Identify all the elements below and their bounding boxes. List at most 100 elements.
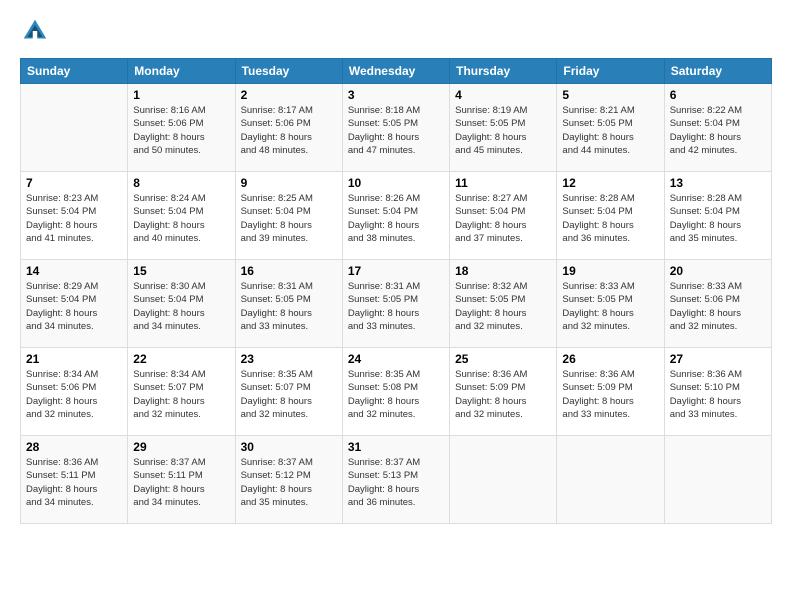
calendar-cell: 28Sunrise: 8:36 AM Sunset: 5:11 PM Dayli… bbox=[21, 436, 128, 524]
day-number: 19 bbox=[562, 264, 658, 278]
day-info: Sunrise: 8:36 AM Sunset: 5:10 PM Dayligh… bbox=[670, 368, 766, 421]
day-info: Sunrise: 8:28 AM Sunset: 5:04 PM Dayligh… bbox=[562, 192, 658, 245]
day-info: Sunrise: 8:37 AM Sunset: 5:11 PM Dayligh… bbox=[133, 456, 229, 509]
day-info: Sunrise: 8:16 AM Sunset: 5:06 PM Dayligh… bbox=[133, 104, 229, 157]
calendar-cell: 2 Sunrise: 8:17 AM Sunset: 5:06 PM Daylig… bbox=[235, 84, 342, 172]
calendar-cell: 1 Sunrise: 8:16 AM Sunset: 5:06 PM Daylig… bbox=[128, 84, 235, 172]
calendar-table: SundayMondayTuesdayWednesdayThursdayFrid… bbox=[20, 58, 772, 524]
day-number: 11 bbox=[455, 176, 551, 190]
day-number: 2 bbox=[241, 88, 337, 102]
day-number: 14 bbox=[26, 264, 122, 278]
day-number: 21 bbox=[26, 352, 122, 366]
day-number: 4 bbox=[455, 88, 551, 102]
day-number: 17 bbox=[348, 264, 444, 278]
calendar-cell: 4 Sunrise: 8:19 AM Sunset: 5:05 PM Daylig… bbox=[450, 84, 557, 172]
calendar-cell: 17 Sunrise: 8:31 AM Sunset: 5:05 PM Dayli… bbox=[342, 260, 449, 348]
day-number: 12 bbox=[562, 176, 658, 190]
calendar-cell: 13 Sunrise: 8:28 AM Sunset: 5:04 PM Dayli… bbox=[664, 172, 771, 260]
day-info: Sunrise: 8:32 AM Sunset: 5:05 PM Dayligh… bbox=[455, 280, 551, 333]
day-number: 13 bbox=[670, 176, 766, 190]
day-info: Sunrise: 8:28 AM Sunset: 5:04 PM Dayligh… bbox=[670, 192, 766, 245]
calendar-cell: 8 Sunrise: 8:24 AM Sunset: 5:04 PM Daylig… bbox=[128, 172, 235, 260]
day-number: 3 bbox=[348, 88, 444, 102]
calendar-cell bbox=[664, 436, 771, 524]
calendar-cell: 23 Sunrise: 8:35 AM Sunset: 5:07 PM Dayli… bbox=[235, 348, 342, 436]
header-day: Wednesday bbox=[342, 59, 449, 84]
day-info: Sunrise: 8:35 AM Sunset: 5:08 PM Dayligh… bbox=[348, 368, 444, 421]
day-number: 9 bbox=[241, 176, 337, 190]
day-number: 6 bbox=[670, 88, 766, 102]
day-info: Sunrise: 8:21 AM Sunset: 5:05 PM Dayligh… bbox=[562, 104, 658, 157]
day-info: Sunrise: 8:33 AM Sunset: 5:06 PM Dayligh… bbox=[670, 280, 766, 333]
calendar-cell: 31 Sunrise: 8:37 AM Sunset: 5:13 PM Dayli… bbox=[342, 436, 449, 524]
day-info: Sunrise: 8:34 AM Sunset: 5:06 PM Dayligh… bbox=[26, 368, 122, 421]
day-number: 15 bbox=[133, 264, 229, 278]
header-day: Sunday bbox=[21, 59, 128, 84]
day-info: Sunrise: 8:26 AM Sunset: 5:04 PM Dayligh… bbox=[348, 192, 444, 245]
day-info: Sunrise: 8:22 AM Sunset: 5:04 PM Dayligh… bbox=[670, 104, 766, 157]
day-info: Sunrise: 8:35 AM Sunset: 5:07 PM Dayligh… bbox=[241, 368, 337, 421]
day-number: 25 bbox=[455, 352, 551, 366]
day-info: Sunrise: 8:27 AM Sunset: 5:04 PM Dayligh… bbox=[455, 192, 551, 245]
week-row: 14 Sunrise: 8:29 AM Sunset: 5:04 PM Dayli… bbox=[21, 260, 772, 348]
header-day: Friday bbox=[557, 59, 664, 84]
day-number: 16 bbox=[241, 264, 337, 278]
day-info: Sunrise: 8:37 AM Sunset: 5:13 PM Dayligh… bbox=[348, 456, 444, 509]
day-number: 5 bbox=[562, 88, 658, 102]
calendar-cell: 14 Sunrise: 8:29 AM Sunset: 5:04 PM Dayli… bbox=[21, 260, 128, 348]
week-row: 1 Sunrise: 8:16 AM Sunset: 5:06 PM Daylig… bbox=[21, 84, 772, 172]
day-info: Sunrise: 8:37 AM Sunset: 5:12 PM Dayligh… bbox=[241, 456, 337, 509]
logo bbox=[20, 16, 54, 46]
day-number: 23 bbox=[241, 352, 337, 366]
day-number: 1 bbox=[133, 88, 229, 102]
day-info: Sunrise: 8:24 AM Sunset: 5:04 PM Dayligh… bbox=[133, 192, 229, 245]
day-info: Sunrise: 8:36 AM Sunset: 5:09 PM Dayligh… bbox=[455, 368, 551, 421]
day-number: 8 bbox=[133, 176, 229, 190]
calendar-cell: 26Sunrise: 8:36 AM Sunset: 5:09 PM Dayli… bbox=[557, 348, 664, 436]
day-info: Sunrise: 8:33 AM Sunset: 5:05 PM Dayligh… bbox=[562, 280, 658, 333]
day-info: Sunrise: 8:36 AM Sunset: 5:11 PM Dayligh… bbox=[26, 456, 122, 509]
calendar-cell: 19 Sunrise: 8:33 AM Sunset: 5:05 PM Dayli… bbox=[557, 260, 664, 348]
day-info: Sunrise: 8:17 AM Sunset: 5:06 PM Dayligh… bbox=[241, 104, 337, 157]
day-number: 29 bbox=[133, 440, 229, 454]
page: SundayMondayTuesdayWednesdayThursdayFrid… bbox=[0, 0, 792, 612]
day-info: Sunrise: 8:31 AM Sunset: 5:05 PM Dayligh… bbox=[241, 280, 337, 333]
day-number: 10 bbox=[348, 176, 444, 190]
header-row: SundayMondayTuesdayWednesdayThursdayFrid… bbox=[21, 59, 772, 84]
calendar-cell: 20Sunrise: 8:33 AM Sunset: 5:06 PM Dayli… bbox=[664, 260, 771, 348]
calendar-cell bbox=[21, 84, 128, 172]
calendar-cell: 21 Sunrise: 8:34 AM Sunset: 5:06 PM Dayli… bbox=[21, 348, 128, 436]
calendar-cell: 16 Sunrise: 8:31 AM Sunset: 5:05 PM Dayli… bbox=[235, 260, 342, 348]
day-number: 22 bbox=[133, 352, 229, 366]
day-info: Sunrise: 8:36 AM Sunset: 5:09 PM Dayligh… bbox=[562, 368, 658, 421]
calendar-cell: 24Sunrise: 8:35 AM Sunset: 5:08 PM Dayli… bbox=[342, 348, 449, 436]
calendar-cell: 5 Sunrise: 8:21 AM Sunset: 5:05 PM Daylig… bbox=[557, 84, 664, 172]
calendar-cell: 27Sunrise: 8:36 AM Sunset: 5:10 PM Dayli… bbox=[664, 348, 771, 436]
calendar-cell: 15Sunrise: 8:30 AM Sunset: 5:04 PM Dayli… bbox=[128, 260, 235, 348]
week-row: 7 Sunrise: 8:23 AM Sunset: 5:04 PM Daylig… bbox=[21, 172, 772, 260]
day-info: Sunrise: 8:18 AM Sunset: 5:05 PM Dayligh… bbox=[348, 104, 444, 157]
day-number: 31 bbox=[348, 440, 444, 454]
header-day: Thursday bbox=[450, 59, 557, 84]
day-number: 18 bbox=[455, 264, 551, 278]
day-number: 30 bbox=[241, 440, 337, 454]
day-number: 7 bbox=[26, 176, 122, 190]
week-row: 28Sunrise: 8:36 AM Sunset: 5:11 PM Dayli… bbox=[21, 436, 772, 524]
day-info: Sunrise: 8:31 AM Sunset: 5:05 PM Dayligh… bbox=[348, 280, 444, 333]
day-info: Sunrise: 8:23 AM Sunset: 5:04 PM Dayligh… bbox=[26, 192, 122, 245]
calendar-cell: 7 Sunrise: 8:23 AM Sunset: 5:04 PM Daylig… bbox=[21, 172, 128, 260]
logo-icon bbox=[20, 16, 50, 46]
day-info: Sunrise: 8:19 AM Sunset: 5:05 PM Dayligh… bbox=[455, 104, 551, 157]
calendar-cell: 10 Sunrise: 8:26 AM Sunset: 5:04 PM Dayli… bbox=[342, 172, 449, 260]
day-info: Sunrise: 8:25 AM Sunset: 5:04 PM Dayligh… bbox=[241, 192, 337, 245]
week-row: 21 Sunrise: 8:34 AM Sunset: 5:06 PM Dayli… bbox=[21, 348, 772, 436]
header-day: Saturday bbox=[664, 59, 771, 84]
calendar-cell: 3 Sunrise: 8:18 AM Sunset: 5:05 PM Daylig… bbox=[342, 84, 449, 172]
calendar-cell bbox=[557, 436, 664, 524]
header bbox=[20, 16, 772, 46]
calendar-cell: 30 Sunrise: 8:37 AM Sunset: 5:12 PM Dayli… bbox=[235, 436, 342, 524]
day-info: Sunrise: 8:29 AM Sunset: 5:04 PM Dayligh… bbox=[26, 280, 122, 333]
calendar-cell: 25 Sunrise: 8:36 AM Sunset: 5:09 PM Dayli… bbox=[450, 348, 557, 436]
calendar-cell: 22Sunrise: 8:34 AM Sunset: 5:07 PM Dayli… bbox=[128, 348, 235, 436]
calendar-cell: 9 Sunrise: 8:25 AM Sunset: 5:04 PM Daylig… bbox=[235, 172, 342, 260]
